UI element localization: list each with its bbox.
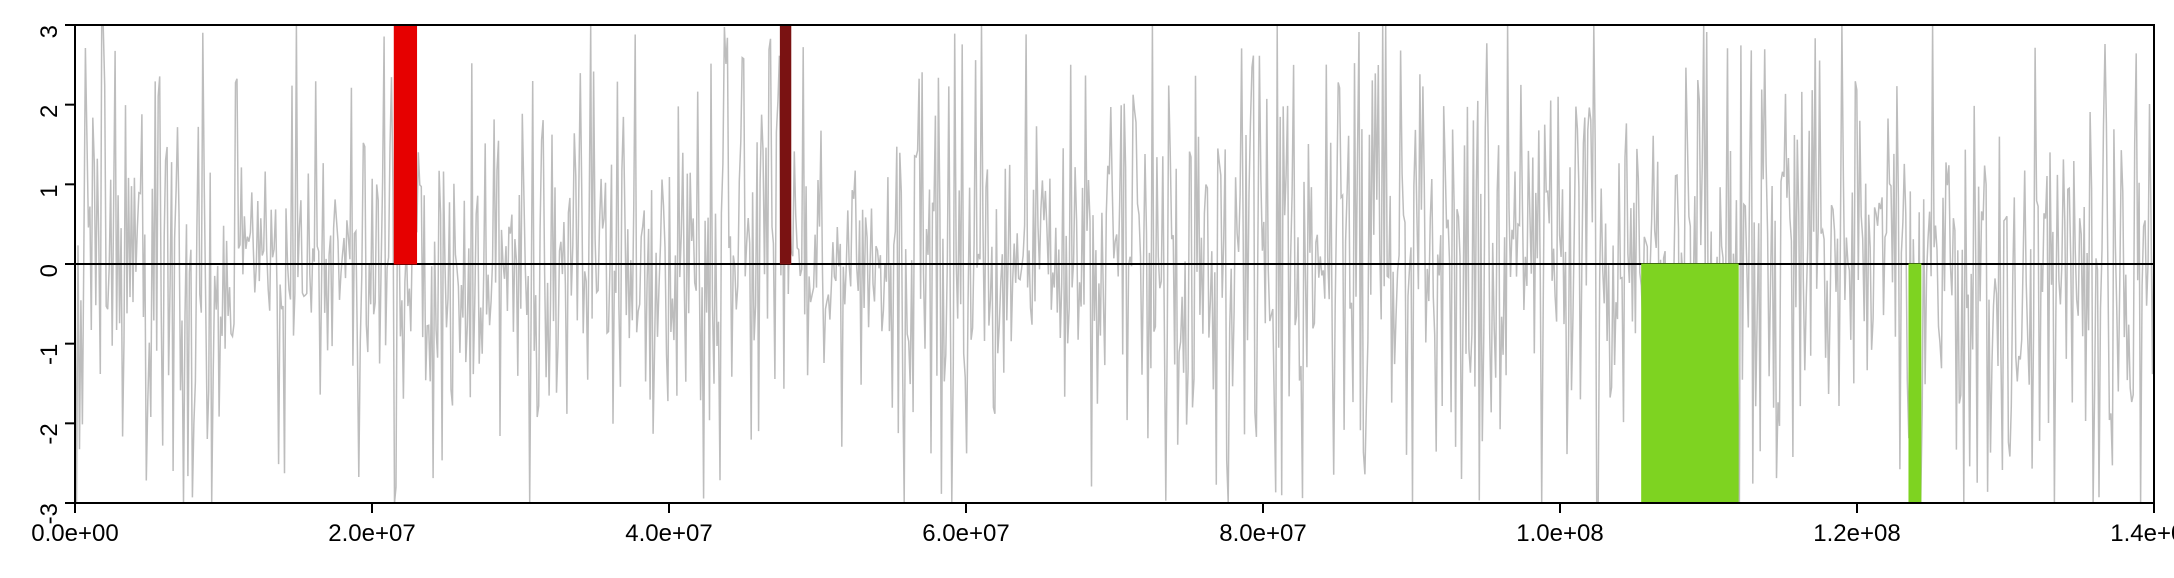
y-tick-label: 1 <box>36 184 63 197</box>
red-block-1 <box>394 25 416 264</box>
y-tick-label: 0 <box>36 264 63 277</box>
y-tick-label: -1 <box>36 344 63 365</box>
x-tick-label: 1.0e+08 <box>1516 520 1603 547</box>
x-tick-label: 4.0e+07 <box>625 520 712 547</box>
x-tick-label: 1.4e+08 <box>2110 520 2174 547</box>
green-block-1 <box>1642 264 1739 503</box>
x-tick-label: 8.0e+07 <box>1219 520 1306 547</box>
chart-container: 0.0e+002.0e+074.0e+076.0e+078.0e+071.0e+… <box>0 0 2174 578</box>
green-bar <box>1909 264 1921 503</box>
y-tick-label: 3 <box>36 25 63 38</box>
chart-svg: 0.0e+002.0e+074.0e+076.0e+078.0e+071.0e+… <box>0 0 2174 578</box>
x-tick-label: 1.2e+08 <box>1813 520 1900 547</box>
y-tick-label: 2 <box>36 105 63 118</box>
darkred-bar <box>780 25 790 264</box>
x-tick-label: 2.0e+07 <box>328 520 415 547</box>
y-tick-label: -3 <box>36 503 63 524</box>
x-tick-label: 6.0e+07 <box>922 520 1009 547</box>
y-tick-label: -2 <box>36 423 63 444</box>
